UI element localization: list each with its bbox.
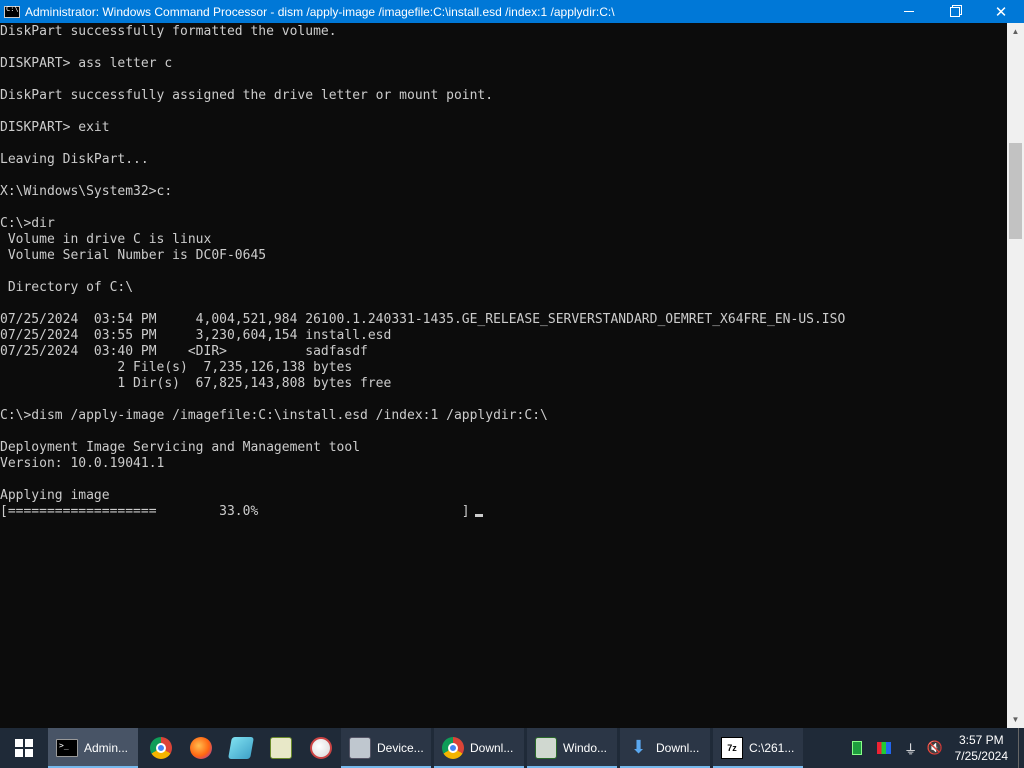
- console-line: 2 File(s) 7,235,126,138 bytes: [0, 360, 353, 375]
- scroll-down-arrow-icon[interactable]: ▼: [1007, 711, 1024, 728]
- window-title: Administrator: Windows Command Processor…: [25, 4, 615, 19]
- console-line: 07/25/2024 03:54 PM 4,004,521,984 26100.…: [0, 312, 846, 327]
- progress-bar-text: [=================== 33.0% ]: [0, 504, 470, 519]
- console-line: Version: 10.0.19041.1: [0, 456, 165, 471]
- device-manager-icon: [349, 737, 371, 759]
- cmd-window-icon[interactable]: [4, 5, 20, 18]
- taskbar-item-windows-setup[interactable]: Windo...: [527, 728, 617, 768]
- console-line: C:\>dism /apply-image /imagefile:C:\inst…: [0, 408, 548, 423]
- scroll-thumb[interactable]: [1009, 143, 1022, 239]
- system-tray: ⏚ 🔇 3:57 PM 7/25/2024: [845, 728, 1024, 768]
- taskbar-item-label: Device...: [377, 741, 423, 755]
- scroll-up-arrow-icon[interactable]: ▲: [1007, 23, 1024, 40]
- download-icon: [628, 737, 650, 759]
- firefox-icon: [190, 737, 212, 759]
- usb-device-icon[interactable]: ⏚: [899, 728, 923, 768]
- taskbar-item-paint[interactable]: [301, 728, 341, 768]
- tray-app-icon[interactable]: [845, 728, 869, 768]
- console-line: Applying image: [0, 488, 110, 503]
- start-button[interactable]: [0, 728, 48, 768]
- taskbar-item-cmd[interactable]: Admin...: [48, 728, 138, 768]
- taskbar-item-label: Downl...: [470, 741, 514, 755]
- windows-logo-icon: [15, 739, 33, 757]
- 7zip-icon: 7z: [721, 737, 743, 759]
- taskbar: Admin... Device... Downl... Windo... Dow…: [0, 728, 1024, 768]
- volume-muted-icon[interactable]: 🔇: [923, 728, 947, 768]
- cmd-icon: [56, 739, 78, 757]
- paint-icon: [310, 737, 332, 759]
- taskbar-item-label: Downl...: [656, 741, 700, 755]
- chrome-icon: [150, 737, 172, 759]
- console-line: DISKPART> exit: [0, 120, 110, 135]
- taskbar-item-downloads[interactable]: Downl...: [620, 728, 710, 768]
- console-line: 1 Dir(s) 67,825,143,808 bytes free: [0, 376, 392, 391]
- taskbar-item-chrome-download[interactable]: Downl...: [434, 728, 524, 768]
- console-line: Deployment Image Servicing and Managemen…: [0, 440, 361, 455]
- notepad-icon: [270, 737, 292, 759]
- console-text: DiskPart successfully formatted the volu…: [0, 24, 1007, 520]
- clock[interactable]: 3:57 PM 7/25/2024: [947, 732, 1018, 764]
- title-bar[interactable]: Administrator: Windows Command Processor…: [0, 0, 1024, 23]
- console-line: Directory of C:\: [0, 280, 134, 295]
- clock-time: 3:57 PM: [958, 733, 1004, 747]
- taskbar-item-label: Windo...: [563, 741, 608, 755]
- taskbar-item-label: Admin...: [84, 741, 129, 755]
- console-line: 07/25/2024 03:40 PM <DIR> sadfasdf: [0, 344, 368, 359]
- console-line: 07/25/2024 03:55 PM 3,230,604,154 instal…: [0, 328, 392, 343]
- close-button[interactable]: ✕: [978, 0, 1024, 23]
- chrome-icon: [442, 737, 464, 759]
- console-line: DiskPart successfully formatted the volu…: [0, 24, 337, 39]
- text-cursor: [474, 514, 483, 517]
- language-flag-icon[interactable]: [869, 728, 899, 768]
- console-line: Volume in drive C is linux: [0, 232, 212, 247]
- taskbar-item-chrome[interactable]: [141, 728, 181, 768]
- taskbar-item-device-manager[interactable]: Device...: [341, 728, 431, 768]
- taskbar-item-paint3d[interactable]: [221, 728, 261, 768]
- restore-button[interactable]: [932, 0, 978, 23]
- console-output[interactable]: DiskPart successfully formatted the volu…: [0, 23, 1007, 728]
- console-line: DISKPART> ass letter c: [0, 56, 173, 71]
- minimize-button[interactable]: [886, 0, 932, 23]
- taskbar-item-label: C:\261...: [749, 741, 795, 755]
- console-line: DiskPart successfully assigned the drive…: [0, 88, 494, 103]
- clock-date: 7/25/2024: [954, 749, 1008, 763]
- console-line: Leaving DiskPart...: [0, 152, 149, 167]
- console-line: C:\>dir: [0, 216, 55, 231]
- vertical-scrollbar[interactable]: ▲ ▼: [1007, 23, 1024, 728]
- taskbar-item-notepad[interactable]: [261, 728, 301, 768]
- console-line: Volume Serial Number is DC0F-0645: [0, 248, 267, 263]
- taskbar-item-7zip[interactable]: 7z C:\261...: [713, 728, 803, 768]
- paint3d-icon: [228, 737, 254, 759]
- show-desktop-button[interactable]: [1018, 728, 1024, 768]
- console-line: X:\Windows\System32>c:: [0, 184, 173, 199]
- taskbar-item-firefox[interactable]: [181, 728, 221, 768]
- windows-setup-icon: [535, 737, 557, 759]
